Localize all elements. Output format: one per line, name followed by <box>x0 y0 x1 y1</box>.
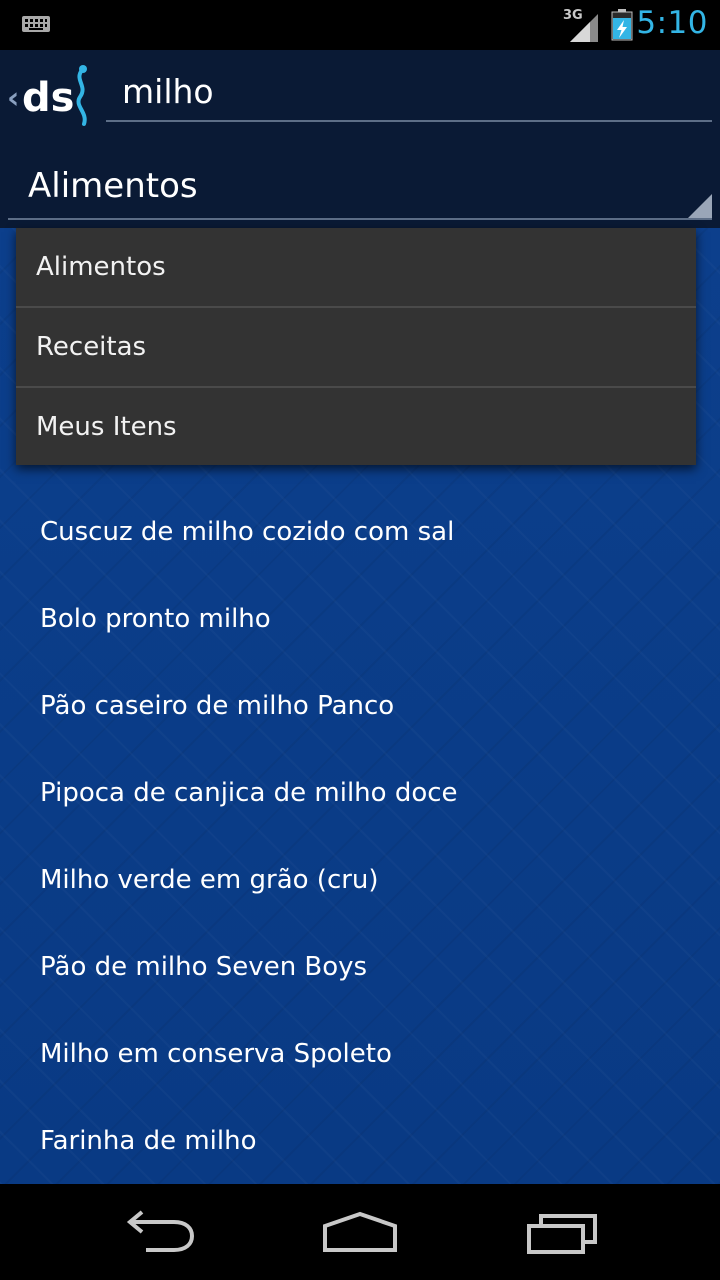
category-spinner-area: Alimentos <box>0 146 720 228</box>
dropdown-option-meus-itens[interactable]: Meus Itens <box>16 388 696 466</box>
keyboard-icon <box>22 16 50 32</box>
status-bar: 3G 5:10 <box>0 0 720 50</box>
home-icon[interactable] <box>315 1206 405 1258</box>
list-item-label: Farinha de milho <box>40 1126 257 1156</box>
svg-text:ds: ds <box>22 75 74 121</box>
spinner-triangle-icon <box>688 194 712 218</box>
battery-charging-icon <box>611 9 633 41</box>
list-item-label: Cuscuz de milho cozido com sal <box>40 517 455 547</box>
list-item-label: Pipoca de canjica de milho doce <box>40 778 458 808</box>
list-item-label: Pão caseiro de milho Panco <box>40 691 395 721</box>
dropdown-option-label: Receitas <box>36 332 147 362</box>
list-item[interactable]: Milho verde em grão (cru) <box>0 838 720 925</box>
back-icon[interactable] <box>116 1206 206 1258</box>
list-item[interactable]: Pipoca de canjica de milho doce <box>0 751 720 838</box>
list-item-label: Milho em conserva Spoleto <box>40 1039 392 1069</box>
screen: 3G 5:10 ‹ ds milho Alimentos Cuscuz de m… <box>0 0 720 1280</box>
category-dropdown: Alimentos Receitas Meus Itens <box>16 228 696 465</box>
clock: 5:10 <box>636 5 708 41</box>
dropdown-option-label: Meus Itens <box>36 412 177 442</box>
list-item-label: Bolo pronto milho <box>40 604 271 634</box>
dropdown-option-receitas[interactable]: Receitas <box>16 308 696 386</box>
action-bar: ‹ ds milho <box>0 50 720 146</box>
list-item-label: Pão de milho Seven Boys <box>40 952 368 982</box>
category-spinner[interactable]: Alimentos <box>8 146 712 220</box>
list-item[interactable]: Milho em conserva Spoleto <box>0 1012 720 1099</box>
dropdown-option-label: Alimentos <box>36 252 166 282</box>
up-button[interactable]: ‹ ds <box>0 50 100 146</box>
dropdown-option-alimentos[interactable]: Alimentos <box>16 228 696 306</box>
recents-icon[interactable] <box>517 1206 607 1258</box>
category-spinner-value: Alimentos <box>28 166 198 206</box>
list-item-label: Milho verde em grão (cru) <box>40 865 379 895</box>
list-item[interactable]: Farinha de milho <box>0 1099 720 1186</box>
signal-icon <box>570 14 598 42</box>
list-item[interactable]: Pão de milho Seven Boys <box>0 925 720 1012</box>
list-item[interactable]: Cuscuz de milho cozido com sal <box>0 490 720 577</box>
list-item[interactable]: Pão caseiro de milho Panco <box>0 664 720 751</box>
navigation-bar <box>0 1184 720 1280</box>
list-item[interactable]: Bolo pronto milho <box>0 577 720 664</box>
up-chevron-icon: ‹ <box>7 81 20 116</box>
app-logo-icon: ds <box>22 65 87 126</box>
search-input-value: milho <box>122 72 214 111</box>
search-input[interactable]: milho <box>106 68 712 122</box>
